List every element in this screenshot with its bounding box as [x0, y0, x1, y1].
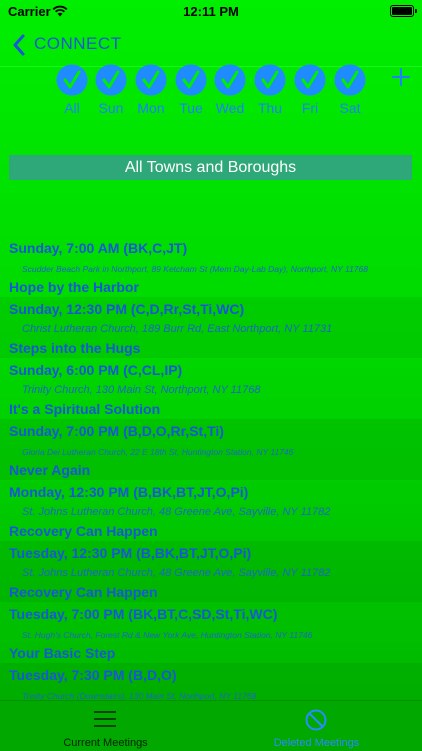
- day-label: Mon: [137, 100, 165, 116]
- list-item[interactable]: Monday, 12:30 PM (B,BK,BT,JT,O,Pi) St. J…: [0, 480, 422, 541]
- meeting-address: St. Hugh's Church, Forest Rd & New York …: [22, 630, 313, 640]
- list-item[interactable]: Sunday, 7:00 AM (BK,C,JT) Scudder Beach …: [0, 236, 422, 297]
- meeting-name: Hope by the Harbor: [9, 279, 139, 295]
- day-filter-sat[interactable]: Sat: [330, 64, 370, 116]
- back-chevron-icon[interactable]: [10, 32, 28, 58]
- tab-deleted-meetings[interactable]: Deleted Meetings: [211, 701, 422, 751]
- meeting-address: Trinity Church (Downstairs), 130 Main St…: [22, 691, 257, 700]
- meeting-address: Christ Lutheran Church, 189 Burr Rd, Eas…: [22, 323, 333, 335]
- meeting-time: Sunday, 6:00 PM (C,CL,IP): [9, 362, 183, 378]
- list-item[interactable]: Sunday, 7:00 PM (B,D,O,Rr,St,Ti) Gloria …: [0, 419, 422, 480]
- list-item[interactable]: Sunday, 6:00 PM (C,CL,IP) Trinity Church…: [0, 358, 422, 419]
- meeting-name: It's a Spiritual Solution: [9, 401, 161, 417]
- meeting-address: Gloria Dei Lutheran Church, 22 E 18th St…: [22, 447, 294, 457]
- meeting-time: Tuesday, 12:30 PM (B,BK,BT,JT,O,Pi): [9, 545, 252, 561]
- day-filter-mon[interactable]: Mon: [131, 64, 171, 116]
- checkmark-circle-icon[interactable]: [175, 64, 207, 96]
- tab-label: Current Meetings: [63, 737, 148, 749]
- meeting-name: Never Again: [9, 462, 91, 478]
- meeting-name: Steps into the Hugs: [9, 340, 141, 356]
- town-filter-button[interactable]: All Towns and Boroughs: [9, 155, 412, 180]
- meeting-address: Trinity Church, 130 Main St, Northport, …: [22, 384, 261, 396]
- status-time: 12:11 PM: [183, 4, 239, 19]
- tab-bar: Current Meetings Deleted Meetings: [0, 700, 422, 751]
- list-item[interactable]: Tuesday, 7:30 PM (B,D,O) Trinity Church …: [0, 663, 422, 700]
- meeting-time: Sunday, 12:30 PM (C,D,Rr,St,Ti,WC): [9, 301, 245, 317]
- list-item[interactable]: Tuesday, 7:00 PM (BK,BT,C,SD,St,Ti,WC) S…: [0, 602, 422, 663]
- day-filter-wed[interactable]: Wed: [210, 64, 250, 116]
- day-label: All: [64, 100, 80, 116]
- tab-current-meetings[interactable]: Current Meetings: [0, 701, 211, 751]
- meeting-time: Tuesday, 7:00 PM (BK,BT,C,SD,St,Ti,WC): [9, 606, 278, 622]
- tab-label: Deleted Meetings: [273, 737, 360, 749]
- day-filter-sun[interactable]: Sun: [91, 64, 131, 116]
- day-filter-all[interactable]: All: [52, 64, 92, 116]
- day-filter-tue[interactable]: Tue: [171, 64, 211, 116]
- day-label: Tue: [179, 100, 203, 116]
- list-item[interactable]: Sunday, 12:30 PM (C,D,Rr,St,Ti,WC) Chris…: [0, 297, 422, 358]
- day-filter-fri[interactable]: Fri: [290, 64, 330, 116]
- meetings-list[interactable]: Sunday, 7:00 AM (BK,C,JT) Scudder Beach …: [0, 236, 422, 700]
- day-filter-row: All Sun Mon Tue Wed Thu Fri Sat: [0, 64, 422, 122]
- meeting-time: Tuesday, 7:30 PM (B,D,O): [9, 667, 177, 683]
- no-entry-icon[interactable]: [304, 709, 328, 731]
- checkmark-circle-icon[interactable]: [56, 64, 88, 96]
- day-label: Sun: [98, 100, 124, 116]
- day-filter-thu[interactable]: Thu: [250, 64, 290, 116]
- list-icon[interactable]: [93, 709, 117, 731]
- meeting-address: St. Johns Lutheran Church, 48 Greene Ave…: [22, 506, 331, 518]
- meeting-name: Recovery Can Happen: [9, 523, 158, 539]
- meeting-name: Your Basic Step: [9, 645, 116, 661]
- checkmark-circle-icon[interactable]: [294, 64, 326, 96]
- checkmark-circle-icon[interactable]: [214, 64, 246, 96]
- meeting-address: St. Johns Lutheran Church, 48 Greene Ave…: [22, 567, 331, 579]
- add-icon[interactable]: [390, 66, 412, 88]
- checkmark-circle-icon[interactable]: [334, 64, 366, 96]
- day-label: Wed: [215, 100, 245, 116]
- meeting-name: Recovery Can Happen: [9, 584, 158, 600]
- list-item[interactable]: Tuesday, 12:30 PM (B,BK,BT,JT,O,Pi) St. …: [0, 541, 422, 602]
- day-label: Sat: [339, 100, 361, 116]
- meeting-address: Scudder Beach Park in Northport, 89 Ketc…: [22, 264, 368, 274]
- navigation-bar: CONNECT: [0, 28, 422, 64]
- day-label: Fri: [301, 100, 319, 116]
- status-bar: Carrier 12:11 PM: [0, 0, 422, 24]
- checkmark-circle-icon[interactable]: [95, 64, 127, 96]
- checkmark-circle-icon[interactable]: [254, 64, 286, 96]
- battery-icon: [390, 5, 417, 17]
- checkmark-circle-icon[interactable]: [135, 64, 167, 96]
- back-button[interactable]: CONNECT: [34, 34, 122, 54]
- meeting-time: Sunday, 7:00 AM (BK,C,JT): [9, 240, 188, 256]
- meeting-time: Monday, 12:30 PM (B,BK,BT,JT,O,Pi): [9, 484, 249, 500]
- meeting-time: Sunday, 7:00 PM (B,D,O,Rr,St,Ti): [9, 423, 224, 439]
- day-label: Thu: [257, 100, 283, 116]
